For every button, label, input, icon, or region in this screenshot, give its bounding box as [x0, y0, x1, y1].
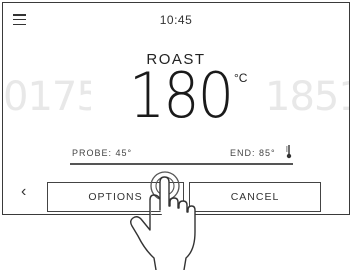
clock-time: 10:45 [159, 13, 193, 27]
thermometer-icon [286, 145, 292, 159]
divider-line [70, 163, 293, 165]
cancel-button-label: CANCEL [230, 191, 280, 203]
temperature-prev[interactable]: 0175 [3, 77, 91, 117]
hand-pointer-icon [130, 171, 196, 270]
chevron-left-icon[interactable]: ‹ [21, 184, 26, 200]
temperature-next[interactable]: 1851 [265, 77, 349, 117]
end-temperature: END: 85° [230, 148, 276, 158]
cancel-button[interactable]: CANCEL [189, 182, 321, 212]
temperature-unit: °C [234, 71, 248, 85]
temperature-current[interactable]: 180 [128, 65, 234, 127]
probe-temperature: PROBE: 45° [72, 148, 133, 158]
